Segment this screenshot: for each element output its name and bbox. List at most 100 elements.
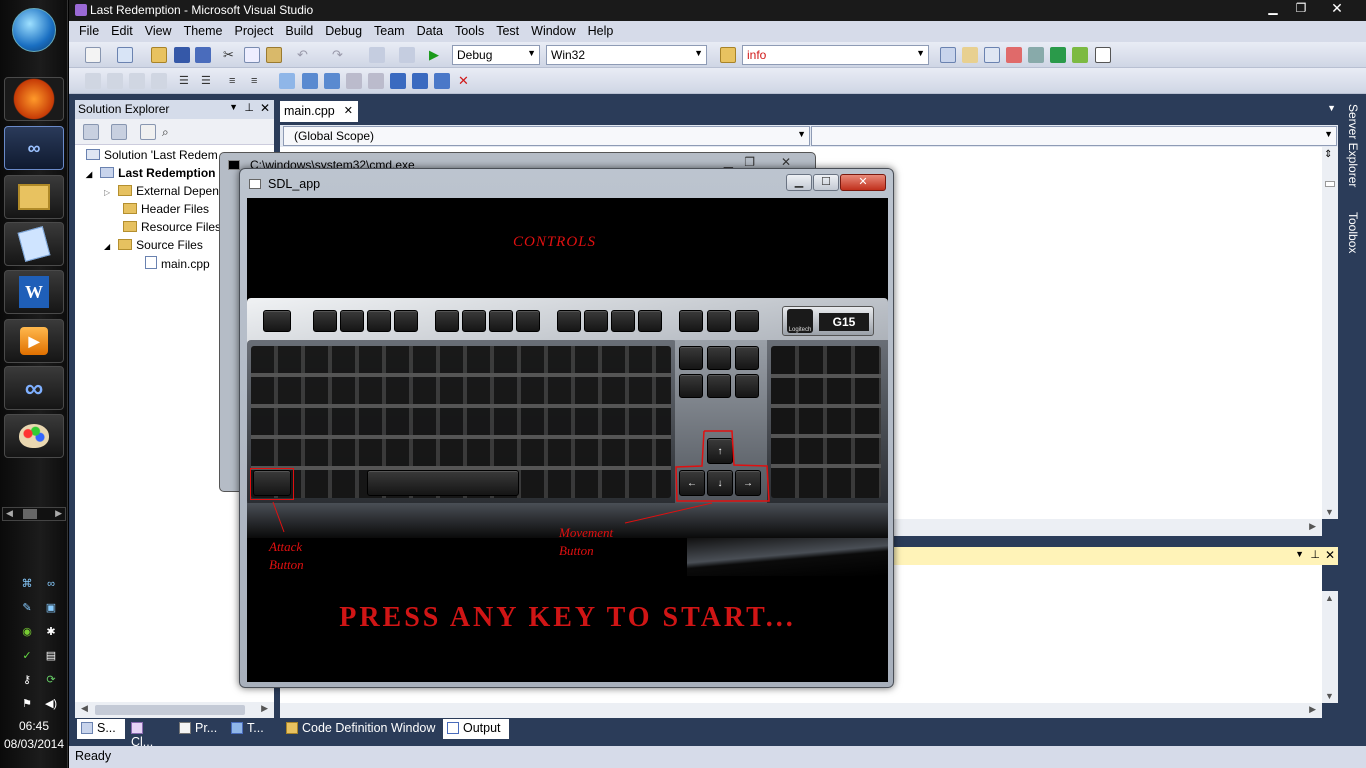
save-all-icon[interactable] [195,47,211,63]
view-class-diagram-icon[interactable]: ⌕ [162,124,178,140]
tree-solution[interactable]: Solution 'Last Redem [86,148,218,162]
vs-title-bar[interactable]: Last Redemption - Microsoft Visual Studi… [69,0,1366,21]
menu-edit[interactable]: Edit [105,21,139,42]
scroll-left-icon[interactable]: ◀ [81,703,88,714]
pin-icon[interactable]: ⊥ [1310,548,1320,561]
prev-bookmark-icon[interactable] [302,73,318,89]
scroll-down-icon[interactable]: ▼ [1325,507,1334,517]
tab-property-manager[interactable]: Pr... [175,719,225,739]
prev-bookmark-folder-icon[interactable] [346,73,362,89]
menu-file[interactable]: File [73,21,105,42]
decrease-indent-icon[interactable]: ☰ [179,73,195,89]
toolbox-tab[interactable]: Toolbox [1346,212,1360,272]
menu-project[interactable]: Project [228,21,279,42]
redo-icon[interactable]: ↷ [332,47,348,63]
solution-platform-select[interactable]: Win32 ▼ [546,45,707,65]
show-all-files-icon[interactable] [83,124,99,140]
refresh-icon[interactable] [111,124,127,140]
copy-icon[interactable] [244,47,260,63]
scroll-up-icon[interactable]: ▲ [1325,593,1334,603]
dropdown-arrow-icon[interactable]: ▼ [1295,549,1304,559]
tab-close-icon[interactable]: ✕ [344,104,353,117]
editor-tool-1-icon[interactable] [85,73,101,89]
scroll-down-icon[interactable]: ▼ [1325,691,1334,701]
expand-triangle-icon[interactable]: ▷ [104,188,110,197]
add-item-icon[interactable] [117,47,133,63]
collapse-triangle-icon[interactable]: ◢ [104,242,110,251]
menu-window[interactable]: Window [525,21,581,42]
next-bookmark-folder-icon[interactable] [368,73,384,89]
cmd-maximize-icon[interactable]: ❐ [744,155,755,169]
tray-vs-icon[interactable]: ⌘ [18,577,36,591]
solution-explorer-hscroll[interactable]: ◀ ▶ [75,702,274,718]
member-select[interactable]: ▼ [811,126,1337,146]
sdl-close-button[interactable]: ✕ [840,174,886,191]
windows-start-icon[interactable] [12,8,56,52]
prev-bookmark-doc-icon[interactable] [390,73,406,89]
object-browser-icon[interactable] [984,47,1000,63]
tab-team-explorer[interactable]: T... [227,719,273,739]
solution-explorer-header[interactable]: Solution Explorer ▼ ⊥ ✕ [75,100,274,119]
tree-main-cpp[interactable]: main.cpp [145,256,210,271]
visual-studio-icon[interactable]: ∞ [4,126,64,170]
clear-bookmarks-x-icon[interactable]: ✕ [458,73,474,89]
start-debugging-icon[interactable]: ▶ [429,47,445,63]
start-page-icon[interactable] [1050,47,1066,63]
tray-infinity-icon[interactable]: ∞ [42,577,60,591]
solution-explorer-icon[interactable] [940,47,956,63]
action-center-flag-icon[interactable]: ⚑ [18,697,36,711]
open-icon[interactable] [151,47,167,63]
split-icon[interactable]: ⇕ [1324,149,1332,160]
menu-view[interactable]: View [139,21,178,42]
navigate-forward-icon[interactable] [399,47,415,63]
tree-header-files[interactable]: Header Files [123,202,209,216]
scroll-right-icon[interactable]: ▶ [1309,704,1316,715]
cmd-minimize-icon[interactable]: ▁ [724,155,733,169]
comment-icon[interactable]: ≡ [229,73,245,89]
clock-date[interactable]: 08/03/2014 [0,737,68,751]
editor-tool-2-icon[interactable] [107,73,123,89]
paste-icon[interactable] [266,47,282,63]
scroll-thumb[interactable] [95,705,245,715]
sdl-minimize-button[interactable]: ▁ [786,174,812,191]
tree-source-files[interactable]: ◢ Source Files [104,238,203,252]
pin-icon[interactable]: ⊥ [244,101,254,114]
tab-main-cpp[interactable]: main.cpp ✕ [280,101,358,122]
scope-select[interactable]: (Global Scope) ▼ [283,126,810,146]
tab-overflow-icon[interactable]: ▼ [1327,103,1336,113]
tree-project[interactable]: ◢ Last Redemption [86,166,216,180]
output-horizontal-scrollbar[interactable]: ▶ [280,703,1322,718]
scroll-right-icon[interactable]: ▶ [261,703,268,714]
menu-help[interactable]: Help [582,21,620,42]
scroll-thumb[interactable] [1325,181,1335,187]
sdl-game-canvas[interactable]: CONTROLS Logitech G15 ↑ ← ↓ → Attack But… [247,198,888,682]
panel-close-icon[interactable]: ✕ [260,101,270,115]
bookmark-icon[interactable] [279,73,295,89]
infinity-app-icon[interactable]: ∞ [4,366,64,410]
minimize-icon[interactable]: ▁ [1262,1,1284,18]
file-explorer-icon[interactable] [4,175,64,219]
tray-refresh-icon[interactable]: ⟳ [42,673,60,687]
tab-code-definition-window[interactable]: Code Definition Window [282,719,440,739]
editor-tool-3-icon[interactable] [129,73,145,89]
taskbar-scroll[interactable]: ◀ ▶ [2,507,66,521]
solution-configuration-select[interactable]: Debug ▼ [452,45,540,65]
maximize-icon[interactable]: ❐ [1290,1,1312,18]
output-vertical-scrollbar[interactable]: ▲ ▼ [1322,591,1338,703]
dropdown-arrow-icon[interactable]: ▼ [229,102,238,112]
panel-close-icon[interactable]: ✕ [1325,548,1335,562]
navigate-back-icon[interactable] [369,47,385,63]
clock-time[interactable]: 06:45 [0,719,68,733]
toolbox-icon[interactable] [1006,47,1022,63]
find-in-files-icon[interactable] [720,47,736,63]
properties-icon[interactable] [962,47,978,63]
tab-class-view[interactable]: Cl... [127,719,173,749]
undo-icon[interactable]: ↶ [297,47,313,63]
paint-icon[interactable] [4,414,64,458]
sdl-maximize-button[interactable]: ☐ [813,174,839,191]
cmd-close-icon[interactable]: ✕ [781,155,791,169]
properties-panel-icon[interactable] [140,124,156,140]
team-explorer-icon[interactable] [1072,47,1088,63]
firefox-icon[interactable] [4,77,64,121]
find-input[interactable]: info ▼ [742,45,929,65]
